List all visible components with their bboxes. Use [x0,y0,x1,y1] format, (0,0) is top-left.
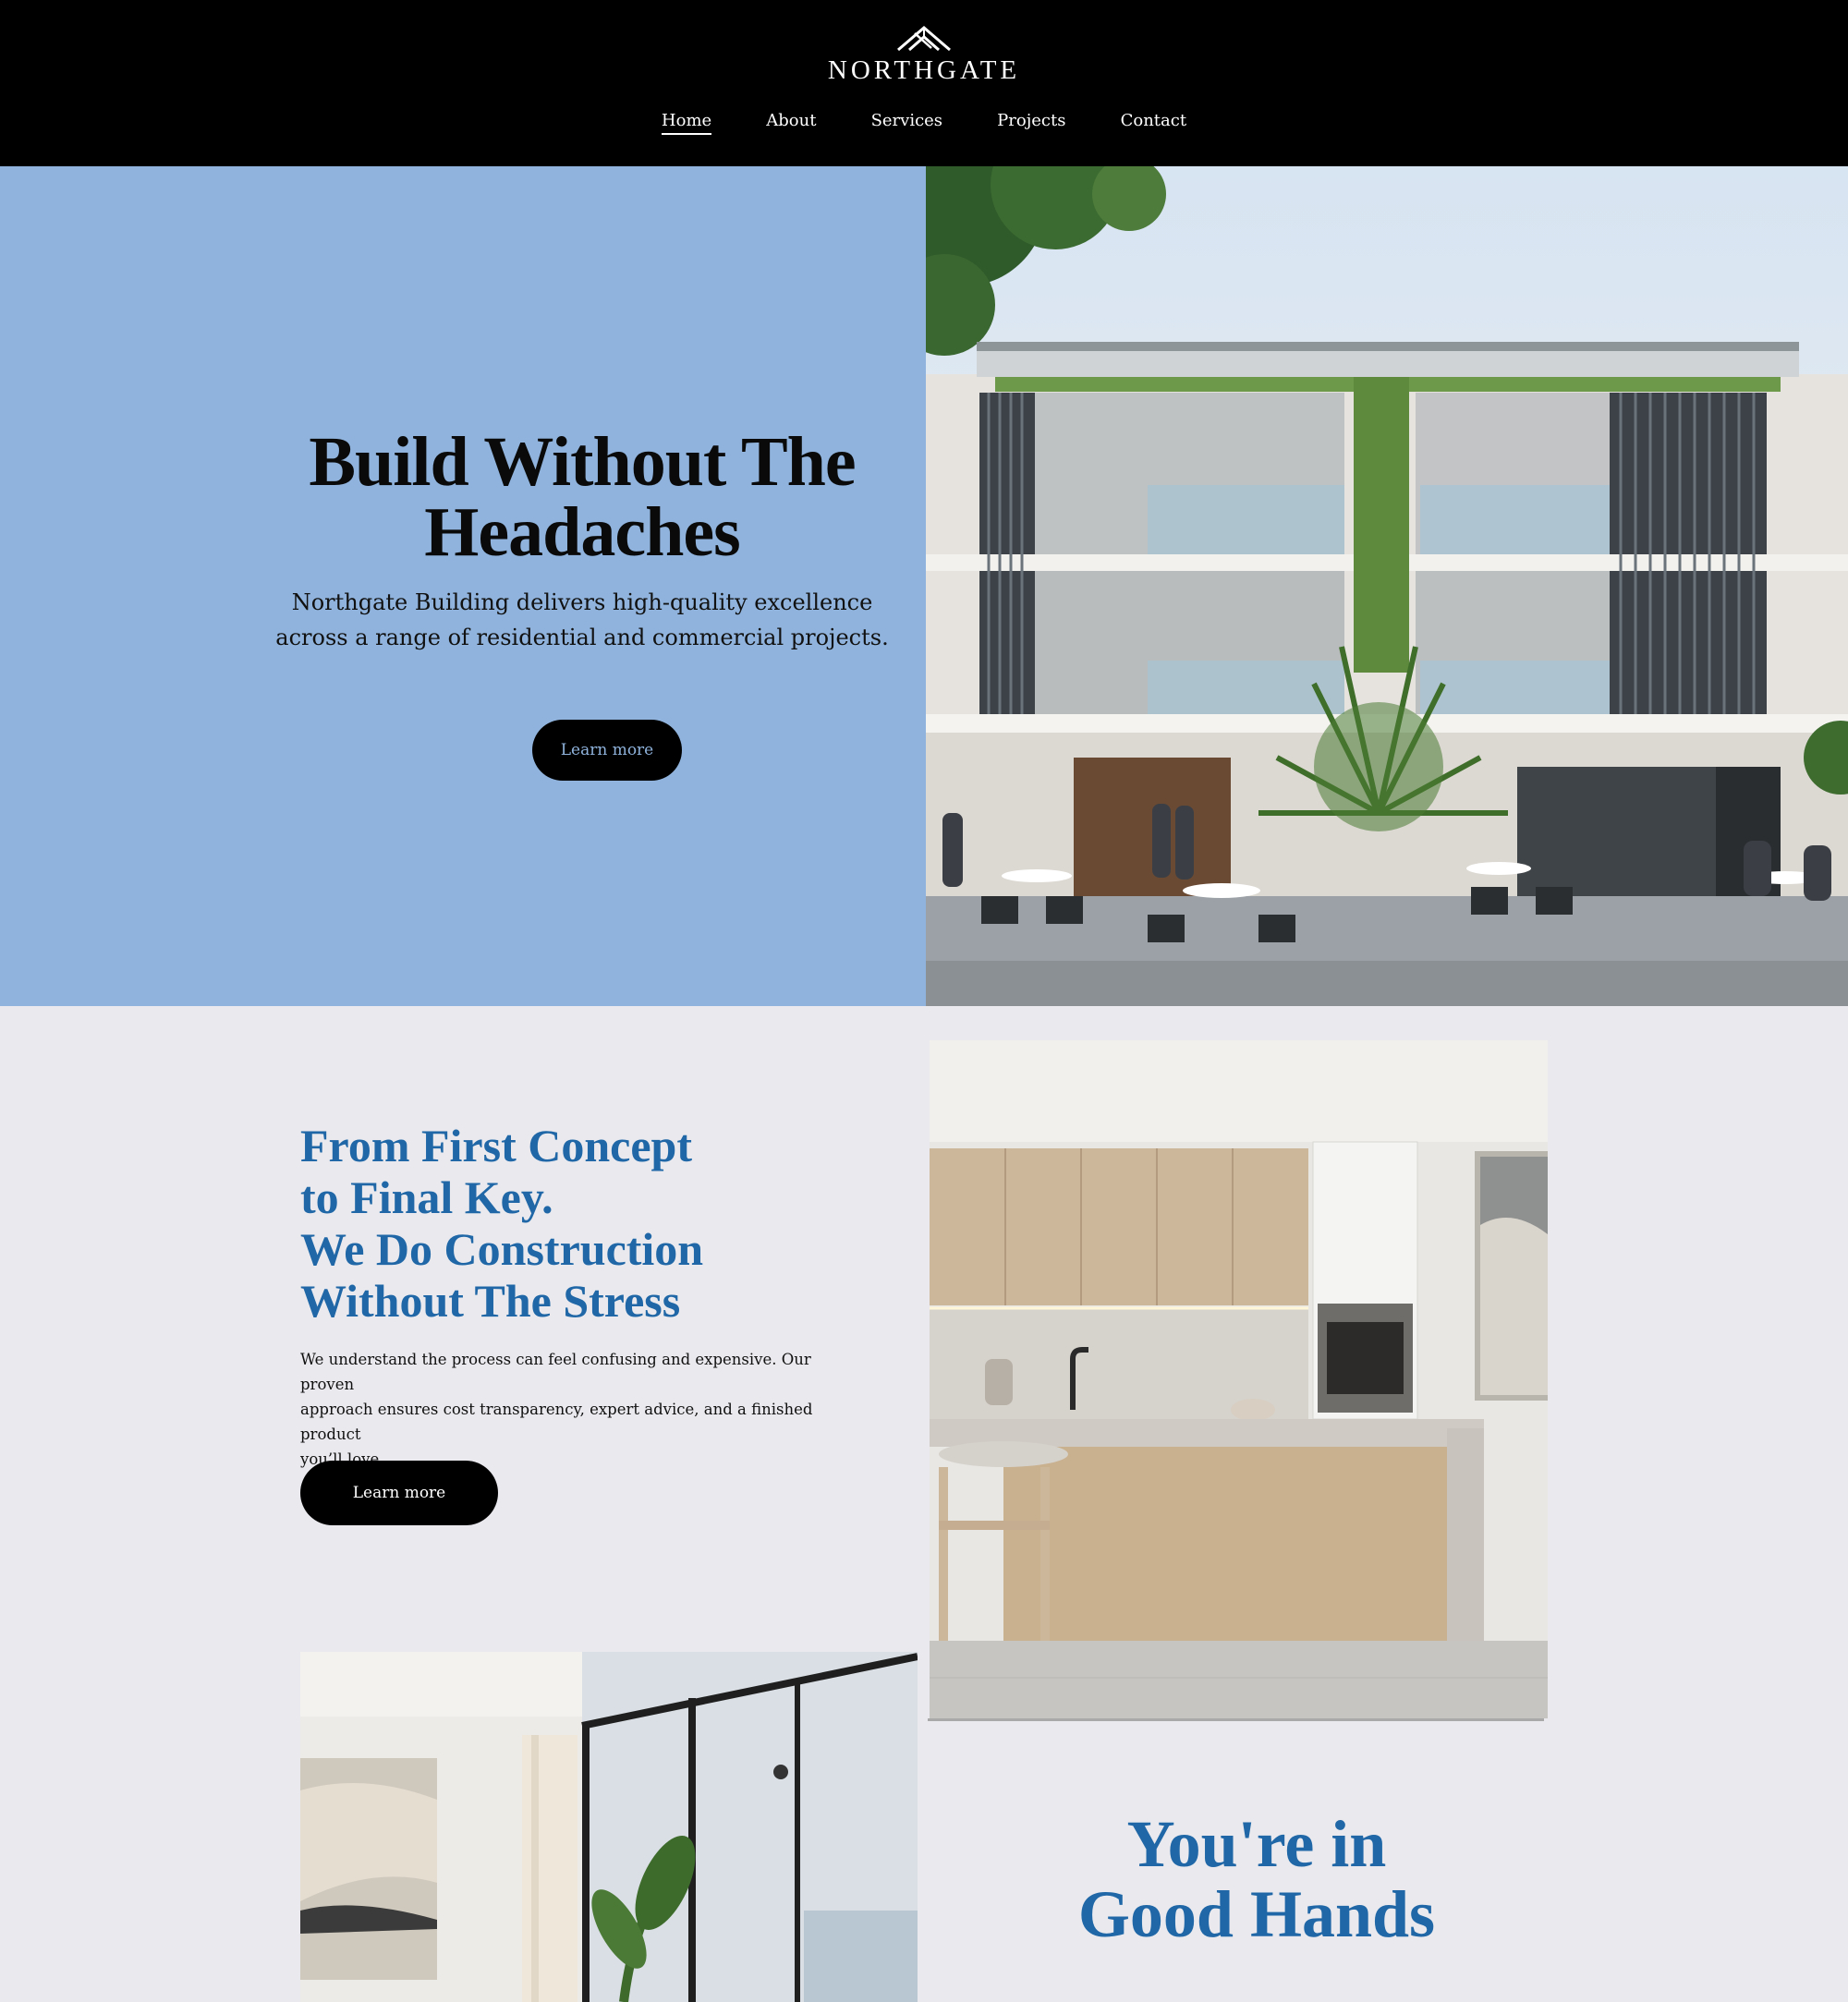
good-hands-line: Good Hands [1077,1877,1436,1951]
main-nav: Home About Services Projects Contact [0,111,1848,135]
brand-logo[interactable]: NORTHGATE [0,24,1848,86]
site-header: NORTHGATE Home About Services Projects C… [0,0,1848,166]
concept-heading-line: to Final Key. [300,1171,553,1223]
nav-projects[interactable]: Projects [997,111,1065,133]
brand-name: NORTHGATE [827,55,1021,85]
concept-heading-line: We Do Construction [300,1223,704,1275]
concept-heading-line: From First Concept [300,1120,692,1171]
hero-building-image [926,166,1848,1006]
nav-home[interactable]: Home [661,111,712,135]
concept-heading: From First Concept to Final Key. We Do C… [300,1120,947,1327]
concept-body-text: We understand the process can feel confu… [300,1347,855,1472]
concept-body-line: approach ensures cost transparency, expe… [300,1401,813,1443]
concept-heading-line: Without The Stress [300,1275,681,1327]
nav-about[interactable]: About [766,111,816,133]
good-hands-heading: You're in Good Hands [979,1809,1534,1949]
living-room-image [300,1652,918,2002]
nav-services[interactable]: Services [871,111,942,133]
hero-learn-more-button[interactable]: Learn more [532,720,682,781]
nav-contact[interactable]: Contact [1121,111,1186,133]
kitchen-image [930,1040,1548,1718]
good-hands-line: You're in [1126,1807,1387,1881]
concept-learn-more-button[interactable]: Learn more [300,1461,498,1525]
concept-body-line: We understand the process can feel confu… [300,1351,811,1393]
kitchen-image-divider [928,1718,1544,1721]
roof-chevron-icon [897,26,951,52]
